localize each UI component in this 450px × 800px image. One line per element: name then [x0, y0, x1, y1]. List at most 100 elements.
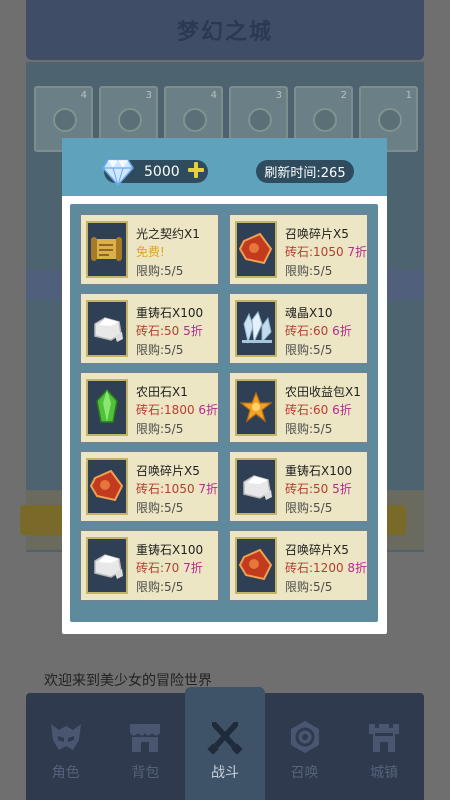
- shop-grid: 光之契约X1 免费! 限购:5/5 召唤碎片X5 砖石:1050 7折 限购:5…: [70, 204, 378, 622]
- item-price: 砖石:60 6折: [285, 322, 352, 339]
- slot-count: 3: [275, 90, 282, 101]
- shop-item[interactable]: 魂晶X10 砖石:60 6折 限购:5/5: [228, 292, 369, 365]
- item-limit: 限购:5/5: [285, 422, 333, 436]
- item-name: 魂晶X10: [285, 306, 333, 320]
- price-text: 砖石:1050: [285, 245, 344, 259]
- shop-item[interactable]: 召唤碎片X5 砖石:1050 7折 限购:5/5: [79, 450, 220, 523]
- discount-text: 7折: [183, 561, 203, 575]
- nav-item-town[interactable]: 城镇: [344, 693, 424, 800]
- price-text: 砖石:60: [285, 324, 329, 338]
- item-limit: 限购:5/5: [136, 264, 184, 278]
- shop-item[interactable]: 光之契约X1 免费! 限购:5/5: [79, 213, 220, 286]
- item-name: 光之契约X1: [136, 227, 200, 241]
- diamond-icon: [102, 159, 134, 186]
- nav-label: 角色: [51, 765, 80, 781]
- scroll-icon: [86, 221, 128, 278]
- item-price: 砖石:1200 8折: [285, 559, 367, 576]
- item-limit: 限购:5/5: [285, 580, 333, 594]
- item-name: 重铸石X100: [285, 464, 353, 478]
- item-price: 砖石:1050 7折: [285, 243, 367, 260]
- item-limit: 限购:5/5: [136, 580, 184, 594]
- reforge-stone-icon: [235, 458, 277, 515]
- item-limit: 限购:5/5: [285, 501, 333, 515]
- price-text: 免费!: [136, 245, 165, 259]
- discount-text: 7折: [198, 482, 219, 496]
- shop-item[interactable]: 农田收益包X1 砖石:60 6折 限购:5/5: [228, 371, 369, 444]
- price-text: 砖石:50: [136, 324, 180, 338]
- shop-item[interactable]: 重铸石X100 砖石:50 5折 限购:5/5: [228, 450, 369, 523]
- item-price: 砖石:1050 7折: [136, 480, 218, 497]
- item-name: 重铸石X100: [136, 306, 204, 320]
- item-limit: 限购:5/5: [285, 264, 333, 278]
- gem-ring-icon: [248, 108, 272, 132]
- nav-label: 召唤: [290, 765, 319, 781]
- item-price: 砖石:1800 6折: [136, 401, 218, 418]
- slot-count: 4: [210, 90, 217, 101]
- slot-count: 1: [405, 90, 412, 101]
- farm-stone-icon: [86, 379, 128, 436]
- refresh-timer: 刷新时间:265: [256, 160, 354, 183]
- discount-text: 7折: [347, 245, 368, 259]
- nav-item-battle[interactable]: 战斗: [185, 687, 265, 800]
- item-name: 召唤碎片X5: [285, 543, 349, 557]
- background-header: 梦幻之城: [26, 0, 424, 60]
- summon-shard-icon: [86, 458, 128, 515]
- item-price: 免费!: [136, 243, 165, 260]
- item-price: 砖石:50 5折: [136, 322, 203, 339]
- reforge-stone-icon: [86, 537, 128, 594]
- nav-label: 战斗: [210, 765, 239, 781]
- price-text: 砖石:70: [136, 561, 180, 575]
- nav-item-bag[interactable]: 背包: [106, 693, 186, 800]
- crystal-icon: [313, 108, 337, 132]
- soul-crystal-icon: [235, 300, 277, 357]
- discount-text: 5折: [332, 482, 352, 496]
- discount-text: 6折: [332, 403, 352, 417]
- shop-icon: [130, 724, 161, 752]
- item-limit: 限购:5/5: [285, 343, 333, 357]
- price-text: 砖石:1050: [136, 482, 195, 496]
- bottom-nav: 角色 背包 战斗 召唤 城镇: [26, 687, 424, 800]
- shop-modal: 5000 刷新时间:265 光之契约X1 免费! 限购:5/5 召唤碎片X5 砖…: [62, 138, 387, 634]
- item-price: 砖石:50 5折: [285, 480, 352, 497]
- summon-shard-icon: [235, 537, 277, 594]
- discount-text: 5折: [183, 324, 203, 338]
- crystal-icon: [183, 108, 207, 132]
- price-text: 砖石:1200: [285, 561, 344, 575]
- slot-count: 3: [145, 90, 152, 101]
- item-price: 砖石:60 6折: [285, 401, 352, 418]
- nav-item-character[interactable]: 角色: [26, 693, 106, 800]
- gem-count: 5000: [144, 164, 180, 180]
- price-text: 砖石:1800: [136, 403, 195, 417]
- item-limit: 限购:5/5: [136, 501, 184, 515]
- item-name: 召唤碎片X5: [136, 464, 200, 478]
- shop-item[interactable]: 重铸石X100 砖石:50 5折 限购:5/5: [79, 292, 220, 365]
- shop-item[interactable]: 召唤碎片X5 砖石:1050 7折 限购:5/5: [228, 213, 369, 286]
- price-text: 砖石:50: [285, 482, 329, 496]
- discount-text: 8折: [347, 561, 368, 575]
- crystal-icon: [53, 108, 77, 132]
- item-price: 砖石:70 7折: [136, 559, 203, 576]
- discount-text: 6折: [332, 324, 352, 338]
- shop-item[interactable]: 召唤碎片X5 砖石:1200 8折 限购:5/5: [228, 529, 369, 602]
- shop-item[interactable]: 农田石X1 砖石:1800 6折 限购:5/5: [79, 371, 220, 444]
- price-text: 砖石:60: [285, 403, 329, 417]
- background-button-left: [20, 505, 68, 535]
- portal-icon: [290, 721, 319, 753]
- reforge-stone-icon: [86, 300, 128, 357]
- item-name: 召唤碎片X5: [285, 227, 349, 241]
- sword-icon: [378, 108, 402, 132]
- shop-item[interactable]: 重铸石X100 砖石:70 7折 限购:5/5: [79, 529, 220, 602]
- crossed-swords-icon: [207, 722, 243, 755]
- item-name: 重铸石X100: [136, 543, 204, 557]
- item-name: 农田收益包X1: [285, 385, 361, 399]
- item-limit: 限购:5/5: [136, 343, 184, 357]
- discount-text: 6折: [198, 403, 219, 417]
- slot-count: 4: [80, 90, 87, 101]
- nav-label: 背包: [131, 765, 160, 781]
- nav-item-summon[interactable]: 召唤: [265, 693, 345, 800]
- nav-label: 城镇: [370, 765, 399, 781]
- background-title: 梦幻之城: [176, 20, 273, 45]
- farm-income-icon: [235, 379, 277, 436]
- modal-header: 5000 刷新时间:265: [62, 138, 387, 196]
- add-gems-button[interactable]: [186, 160, 206, 180]
